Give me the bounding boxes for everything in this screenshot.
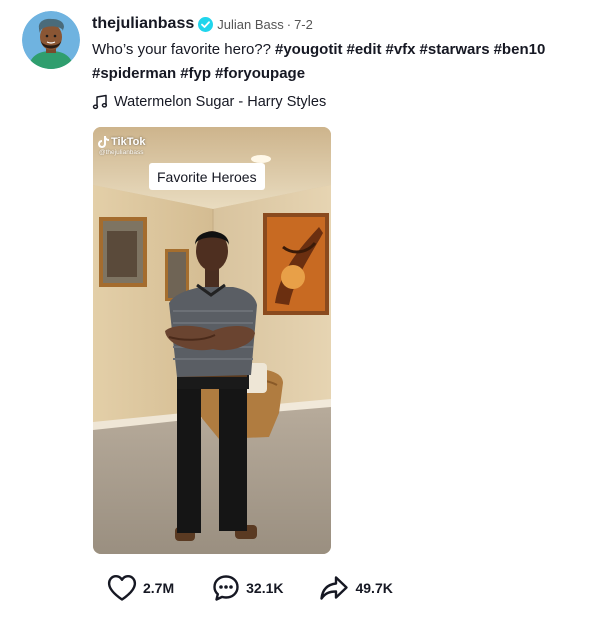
separator-dot: · — [286, 16, 292, 32]
like-count: 2.7M — [143, 580, 175, 596]
hashtag-link[interactable]: #foryoupage — [215, 65, 305, 82]
post-caption: Who’s your favorite hero?? #yougotit #edit… — [92, 38, 582, 86]
video-player[interactable]: TikTok @thejulianbass Favorite Heroes — [93, 127, 331, 554]
action-bar: 2.7M 32.1K 49.7K — [107, 574, 393, 602]
comment-icon — [213, 575, 239, 601]
music-note-icon — [92, 94, 108, 110]
nickname: Julian Bass — [217, 16, 284, 32]
tiktok-post: thejulianbass Julian Bass · 7-2 Who’s yo… — [0, 0, 593, 620]
caption-text: Who’s your favorite hero?? — [92, 41, 271, 58]
watermark-handle: @thejulianbass — [99, 149, 144, 156]
tiktok-watermark: TikTok @thejulianbass — [98, 136, 145, 156]
hashtag-link[interactable]: #starwars — [420, 41, 490, 58]
post-date: 7-2 — [294, 16, 313, 32]
post-header: thejulianbass Julian Bass · 7-2 — [92, 12, 313, 36]
hashtag-link[interactable]: #edit — [346, 41, 381, 58]
share-count: 49.7K — [355, 580, 393, 596]
hashtag-link[interactable]: #fyp — [180, 65, 211, 82]
heart-icon — [107, 575, 137, 601]
verified-badge-icon — [198, 16, 214, 32]
avatar[interactable] — [22, 11, 80, 69]
hashtag-link[interactable]: #ben10 — [494, 41, 546, 58]
hashtag-link[interactable]: #vfx — [386, 41, 416, 58]
tiktok-logo-icon — [98, 136, 109, 148]
like-button[interactable]: 2.7M — [107, 574, 174, 602]
hashtag-link[interactable]: #spiderman — [92, 65, 176, 82]
share-button[interactable]: 49.7K — [319, 574, 393, 602]
share-icon — [320, 576, 349, 600]
username-link[interactable]: thejulianbass — [92, 15, 194, 33]
watermark-brand: TikTok — [111, 136, 146, 148]
music-title: Watermelon Sugar - Harry Styles — [114, 94, 327, 110]
hashtag-link[interactable]: #yougotit — [275, 41, 343, 58]
music-link[interactable]: Watermelon Sugar - Harry Styles — [92, 92, 326, 112]
comment-count: 32.1K — [246, 580, 284, 596]
video-text-overlay: Favorite Heroes — [149, 163, 265, 190]
comment-button[interactable]: 32.1K — [212, 574, 283, 602]
video-frame — [93, 127, 331, 554]
